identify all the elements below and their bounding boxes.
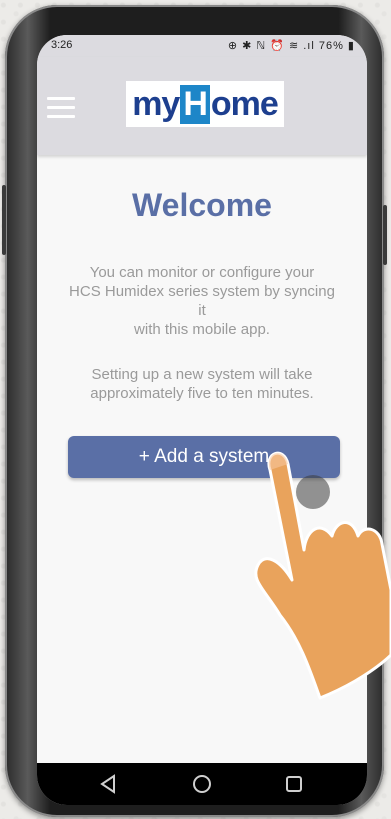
android-nav-bar [37, 763, 367, 805]
description-line: with this mobile app. [134, 321, 270, 338]
status-bar: 3:26 ⊕ ✱ ℕ ⏰ ≋ .ıl 76% ▮ [37, 35, 367, 57]
pointing-hand-icon [254, 451, 391, 700]
back-triangle-icon[interactable] [97, 773, 119, 795]
status-icons: ⊕ ✱ ℕ ⏰ ≋ .ıl 76% ▮ [227, 40, 355, 52]
volume-button [2, 185, 6, 255]
myhome-logo: my H ome [126, 81, 284, 127]
logo-h: H [180, 84, 210, 124]
app-header: my H ome [37, 57, 367, 155]
setup-time-text: Setting up a new system will take approx… [57, 365, 347, 403]
hamburger-menu-icon[interactable] [47, 97, 75, 119]
description-line: it [198, 302, 206, 319]
page-title: Welcome [132, 187, 272, 223]
description-line: HCS Humidex series system by syncing [69, 283, 335, 300]
logo-ome: ome [210, 84, 279, 123]
setup-line: approximately five to ten minutes. [90, 385, 314, 402]
recents-square-icon[interactable] [283, 773, 305, 795]
home-circle-icon[interactable] [191, 773, 213, 795]
setup-line: Setting up a new system will take [91, 366, 313, 383]
status-time: 3:26 [51, 39, 73, 51]
logo-my: my [132, 84, 180, 123]
power-button [383, 205, 387, 265]
description-text: You can monitor or configure your HCS Hu… [57, 263, 347, 339]
description-line: You can monitor or configure your [89, 264, 315, 281]
